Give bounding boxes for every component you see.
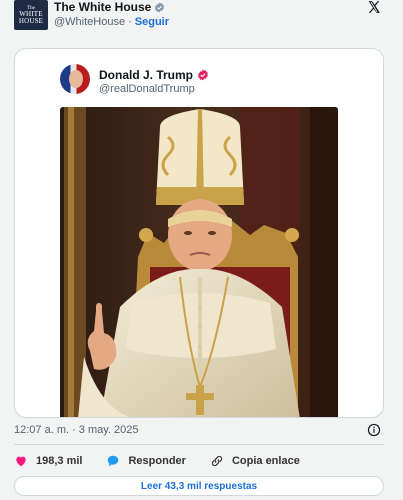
white-house-avatar[interactable]: The WHITE HOUSE bbox=[14, 0, 48, 30]
reply-button[interactable]: Responder bbox=[106, 454, 186, 468]
quoted-author-avatar[interactable] bbox=[60, 64, 90, 94]
author-handle-row: @WhiteHouse · Seguir bbox=[54, 16, 169, 28]
verified-badge-icon bbox=[155, 1, 165, 13]
quoted-author-handle[interactable]: @realDonaldTrump bbox=[99, 83, 195, 95]
quoted-post-card[interactable]: Donald J. Trump @realDonaldTrump bbox=[14, 48, 384, 418]
x-logo-icon[interactable] bbox=[367, 0, 381, 14]
quoted-author-name[interactable]: Donald J. Trump bbox=[99, 68, 193, 82]
author-name[interactable]: The White House bbox=[54, 0, 151, 14]
avatar-line-3: HOUSE bbox=[18, 16, 44, 25]
reply-label: Responder bbox=[128, 455, 186, 467]
follow-button[interactable]: Seguir bbox=[135, 16, 169, 28]
heart-icon bbox=[16, 456, 26, 467]
separator-dot: · bbox=[128, 16, 132, 28]
verified-badge-icon bbox=[198, 69, 208, 81]
author-name-row[interactable]: The White House bbox=[54, 0, 165, 14]
quoted-author-name-row[interactable]: Donald J. Trump bbox=[99, 68, 209, 82]
copy-link-button[interactable]: Copia enlace bbox=[210, 454, 300, 468]
author-handle[interactable]: @WhiteHouse bbox=[54, 16, 125, 28]
action-bar: 198,3 mil Responder Copia enlace bbox=[14, 452, 324, 470]
papal-portrait-illustration bbox=[60, 107, 338, 417]
divider bbox=[14, 444, 384, 445]
tweet-header: The WHITE HOUSE The White House @WhiteHo… bbox=[0, 0, 403, 40]
like-button[interactable]: 198,3 mil bbox=[14, 454, 82, 468]
post-image[interactable] bbox=[60, 107, 338, 417]
like-count: 198,3 mil bbox=[36, 455, 83, 467]
avatar-face bbox=[69, 70, 83, 88]
info-icon[interactable] bbox=[367, 423, 381, 437]
speech-bubble-icon bbox=[108, 455, 119, 467]
link-icon bbox=[211, 455, 223, 467]
copy-link-label: Copia enlace bbox=[231, 455, 300, 467]
read-replies-button[interactable]: Leer 43,3 mil respuestas bbox=[14, 476, 384, 496]
post-timestamp[interactable]: 12:07 a. m. · 3 may. 2025 bbox=[14, 424, 139, 436]
